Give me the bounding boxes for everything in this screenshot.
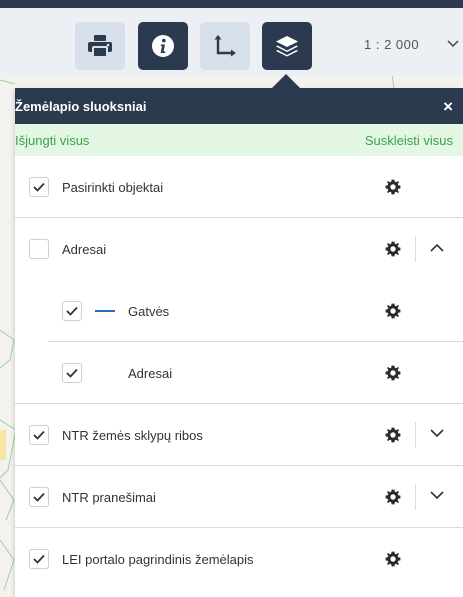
layer-label: Adresai xyxy=(128,365,173,381)
layer-row: Pasirinkti objektai xyxy=(15,156,463,218)
info-icon xyxy=(152,35,174,57)
checkmark-icon xyxy=(33,492,45,502)
layer-label: Gatvės xyxy=(128,303,170,319)
row-separator xyxy=(415,422,416,448)
layer-row: LEI portalo pagrindinis žemėlapis xyxy=(15,528,463,590)
layer-label: NTR pranešimai xyxy=(62,489,156,505)
toolbar-top-edge xyxy=(0,0,463,8)
checkmark-icon xyxy=(33,182,45,192)
measure-icon xyxy=(214,35,236,57)
checkmark-icon xyxy=(33,430,45,440)
collapse-all-link[interactable]: Suskleisti visus xyxy=(365,133,453,148)
measure-button[interactable] xyxy=(200,22,250,70)
gear-icon[interactable] xyxy=(385,241,401,257)
layer-label: Adresai xyxy=(62,241,107,257)
gear-icon[interactable] xyxy=(385,427,401,443)
layer-checkbox[interactable] xyxy=(29,425,49,445)
layer-row-child: Gatvės xyxy=(15,280,463,342)
layer-checkbox[interactable] xyxy=(29,549,49,569)
checkmark-icon xyxy=(66,368,78,378)
layers-button[interactable] xyxy=(262,22,312,70)
row-separator xyxy=(415,484,416,510)
layer-label: Pasirinkti objektai xyxy=(62,179,164,195)
print-button[interactable] xyxy=(75,22,125,70)
panel-actions: Išjungti visus Suskleisti visus xyxy=(15,124,463,156)
layer-label: NTR žemės sklypų ribos xyxy=(62,427,203,443)
chevron-down-icon[interactable] xyxy=(430,429,444,438)
scale-value[interactable]: 1 : 2 000 xyxy=(364,37,419,52)
layer-checkbox[interactable] xyxy=(29,487,49,507)
layers-icon xyxy=(276,36,298,57)
layer-row: NTR pranešimai xyxy=(15,466,463,528)
turn-off-all-link[interactable]: Išjungti visus xyxy=(15,133,89,148)
close-button[interactable]: × xyxy=(443,98,453,115)
layers-panel: Žemėlapio sluoksniai × Išjungti visus Su… xyxy=(15,88,463,597)
chevron-down-icon[interactable] xyxy=(447,40,459,48)
info-button[interactable] xyxy=(138,22,188,70)
row-separator xyxy=(415,236,416,262)
layer-checkbox[interactable] xyxy=(29,177,49,197)
checkmark-icon xyxy=(66,306,78,316)
chevron-up-icon[interactable] xyxy=(430,243,444,252)
printer-icon xyxy=(88,35,112,57)
layer-checkbox[interactable] xyxy=(62,363,82,383)
panel-header: Žemėlapio sluoksniai × xyxy=(15,88,463,124)
layer-checkbox[interactable] xyxy=(62,301,82,321)
map-toolbar: 1 : 2 000 xyxy=(0,0,463,76)
layer-checkbox[interactable] xyxy=(29,239,49,259)
chevron-down-icon[interactable] xyxy=(430,491,444,500)
gear-icon[interactable] xyxy=(385,489,401,505)
layer-row-child: Adresai xyxy=(15,342,463,404)
gear-icon[interactable] xyxy=(385,303,401,319)
layer-label: LEI portalo pagrindinis žemėlapis xyxy=(62,551,254,567)
gear-icon[interactable] xyxy=(385,179,401,195)
gear-icon[interactable] xyxy=(385,365,401,381)
map-viewer: 1 : 2 000 Žemėlapio sluoksniai × Išjungt… xyxy=(0,0,463,597)
panel-title: Žemėlapio sluoksniai xyxy=(15,98,147,114)
panel-pointer xyxy=(272,74,300,88)
gear-icon[interactable] xyxy=(385,551,401,567)
layer-row: NTR žemės sklypų ribos xyxy=(15,404,463,466)
line-icon xyxy=(95,310,115,312)
checkmark-icon xyxy=(33,554,45,564)
layer-row: Adresai xyxy=(15,218,463,280)
